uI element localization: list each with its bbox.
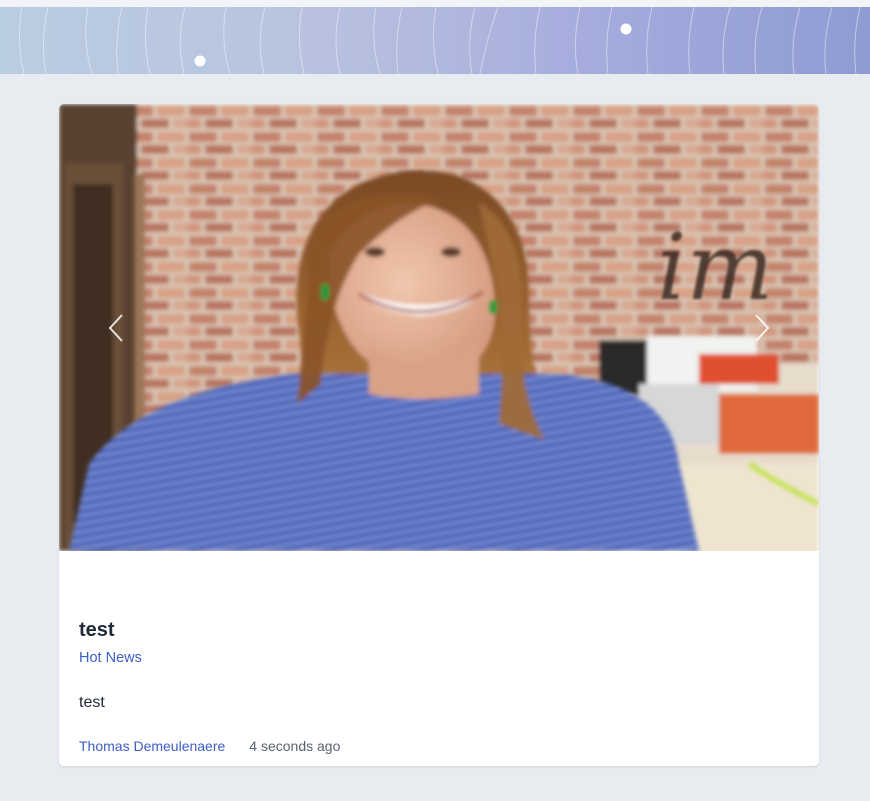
carousel-prev-button[interactable] [100,308,132,348]
post-timestamp: 4 seconds ago [249,738,341,754]
chevron-left-icon [108,314,123,342]
author-link[interactable]: Thomas Demeulenaere [79,738,225,754]
hero-banner [0,7,870,74]
svg-text:im: im [657,214,774,321]
carousel-next-button[interactable] [746,308,778,348]
post-category-link[interactable]: Hot News [79,650,142,666]
image-carousel[interactable]: im [59,104,819,551]
chevron-right-icon [755,314,770,342]
top-strip [0,0,870,7]
post-card: im test Hot News test Thomas Demeulenaer… [59,104,819,766]
banner-pattern [18,7,861,74]
post-title: test [79,619,115,641]
post-photo: im [59,104,819,551]
post-meta: Thomas Demeulenaere 4 seconds ago [79,738,340,754]
post-content: test [79,694,105,711]
